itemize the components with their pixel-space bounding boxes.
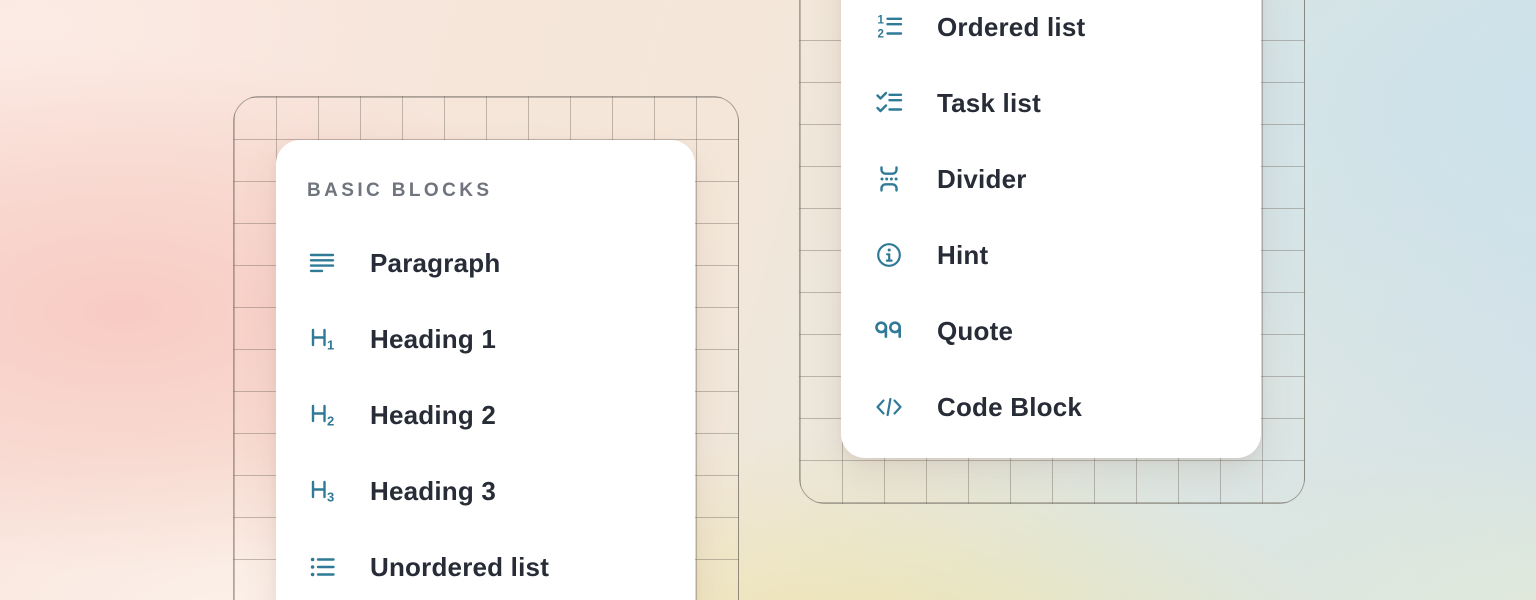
svg-text:2: 2 (327, 414, 334, 429)
heading-3-icon: 3 (307, 476, 337, 506)
menu-item-label: Heading 3 (370, 476, 496, 507)
menu-item-hint[interactable]: Hint (874, 217, 1261, 293)
menu-item-label: Divider (937, 164, 1027, 195)
menu-item-quote[interactable]: Quote (874, 293, 1261, 369)
svg-text:2: 2 (878, 29, 884, 41)
menu-item-label: Quote (937, 316, 1013, 347)
menu-item-task-list[interactable]: Task list (874, 65, 1261, 141)
unordered-list-icon (307, 552, 337, 582)
menu-item-heading-2[interactable]: 2 Heading 2 (307, 377, 695, 453)
block-menu-illustration: BASIC BLOCKS Paragraph 1 Heading 1 2 Heading… (0, 0, 1536, 600)
menu-item-label: Code Block (937, 392, 1082, 423)
more-blocks-card: 12Ordered listTask listDividerHintQuoteC… (841, 0, 1261, 458)
svg-text:1: 1 (327, 338, 334, 353)
menu-item-label: Unordered list (370, 552, 549, 583)
menu-item-unordered-list[interactable]: Unordered list (307, 529, 695, 600)
menu-item-code-block[interactable]: Code Block (874, 369, 1261, 445)
task-list-icon (874, 88, 904, 118)
menu-item-label: Paragraph (370, 248, 500, 279)
menu-item-heading-3[interactable]: 3 Heading 3 (307, 453, 695, 529)
menu-item-paragraph[interactable]: Paragraph (307, 225, 695, 301)
menu-item-label: Heading 1 (370, 324, 496, 355)
menu-item-label: Task list (937, 88, 1041, 119)
hint-icon (874, 240, 904, 270)
menu-item-label: Ordered list (937, 12, 1085, 43)
svg-text:3: 3 (327, 490, 334, 505)
paragraph-icon (307, 248, 337, 278)
menu-item-label: Hint (937, 240, 988, 271)
menu-item-divider[interactable]: Divider (874, 141, 1261, 217)
heading-1-icon: 1 (307, 324, 337, 354)
menu-item-ordered-list[interactable]: 12Ordered list (874, 0, 1261, 65)
section-label: BASIC BLOCKS (307, 180, 695, 202)
basic-blocks-card: BASIC BLOCKS Paragraph 1 Heading 1 2 Heading… (276, 140, 695, 600)
ordered-list-icon: 12 (874, 12, 904, 42)
divider-icon (874, 164, 904, 194)
menu-item-label: Heading 2 (370, 400, 496, 431)
svg-text:1: 1 (878, 15, 885, 27)
more-blocks-list: 12Ordered listTask listDividerHintQuoteC… (874, 0, 1261, 445)
quote-icon (874, 316, 904, 346)
basic-blocks-list: Paragraph 1 Heading 1 2 Heading 2 3 Heading 3 U… (307, 225, 695, 600)
heading-2-icon: 2 (307, 400, 337, 430)
code-block-icon (874, 392, 904, 422)
menu-item-heading-1[interactable]: 1 Heading 1 (307, 301, 695, 377)
